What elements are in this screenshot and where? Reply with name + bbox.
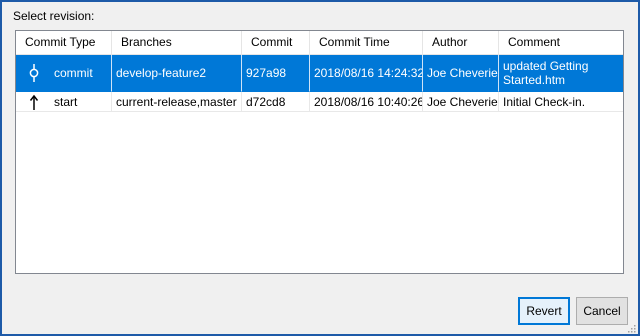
- commit-time-cell: 2018/08/16 14:24:32: [310, 55, 423, 92]
- column-header-commit[interactable]: Commit: [242, 31, 310, 54]
- column-header-author[interactable]: Author: [423, 31, 499, 54]
- comment-cell: Initial Check-in.: [499, 92, 623, 112]
- revision-row-selected[interactable]: commit develop-feature2 927a98 2018/08/1…: [16, 55, 623, 92]
- author-cell: Joe Cheverie: [423, 55, 499, 92]
- commit-type-cell: start: [16, 92, 112, 112]
- arrow-up-icon: [26, 93, 42, 111]
- column-header-commit-type[interactable]: Commit Type: [16, 31, 112, 54]
- branches-cell: current-release,master: [112, 92, 242, 112]
- commit-hash-cell: d72cd8: [242, 92, 310, 112]
- select-revision-dialog: Select revision: Commit Type Branches Co…: [0, 0, 640, 336]
- select-revision-label: Select revision:: [13, 9, 95, 23]
- commit-time-cell: 2018/08/16 10:40:26: [310, 92, 423, 112]
- commit-type-label: commit: [54, 66, 93, 80]
- commit-type-cell: commit: [16, 55, 112, 92]
- revert-button[interactable]: Revert: [518, 297, 570, 325]
- revision-row[interactable]: start current-release,master d72cd8 2018…: [16, 92, 623, 112]
- commit-hash-cell: 927a98: [242, 55, 310, 92]
- author-cell: Joe Cheverie: [423, 92, 499, 112]
- list-header: Commit Type Branches Commit Commit Time …: [16, 31, 623, 55]
- resize-grip-icon[interactable]: [626, 322, 636, 333]
- cancel-button[interactable]: Cancel: [576, 297, 628, 325]
- commit-node-icon: [26, 64, 42, 82]
- column-header-branches[interactable]: Branches: [112, 31, 242, 54]
- column-header-comment[interactable]: Comment: [499, 31, 623, 54]
- commit-type-label: start: [54, 94, 78, 109]
- comment-cell: updated Getting Started.htm: [499, 55, 623, 92]
- column-header-commit-time[interactable]: Commit Time: [310, 31, 423, 54]
- branches-cell: develop-feature2: [112, 55, 242, 92]
- revision-list[interactable]: Commit Type Branches Commit Commit Time …: [15, 30, 624, 274]
